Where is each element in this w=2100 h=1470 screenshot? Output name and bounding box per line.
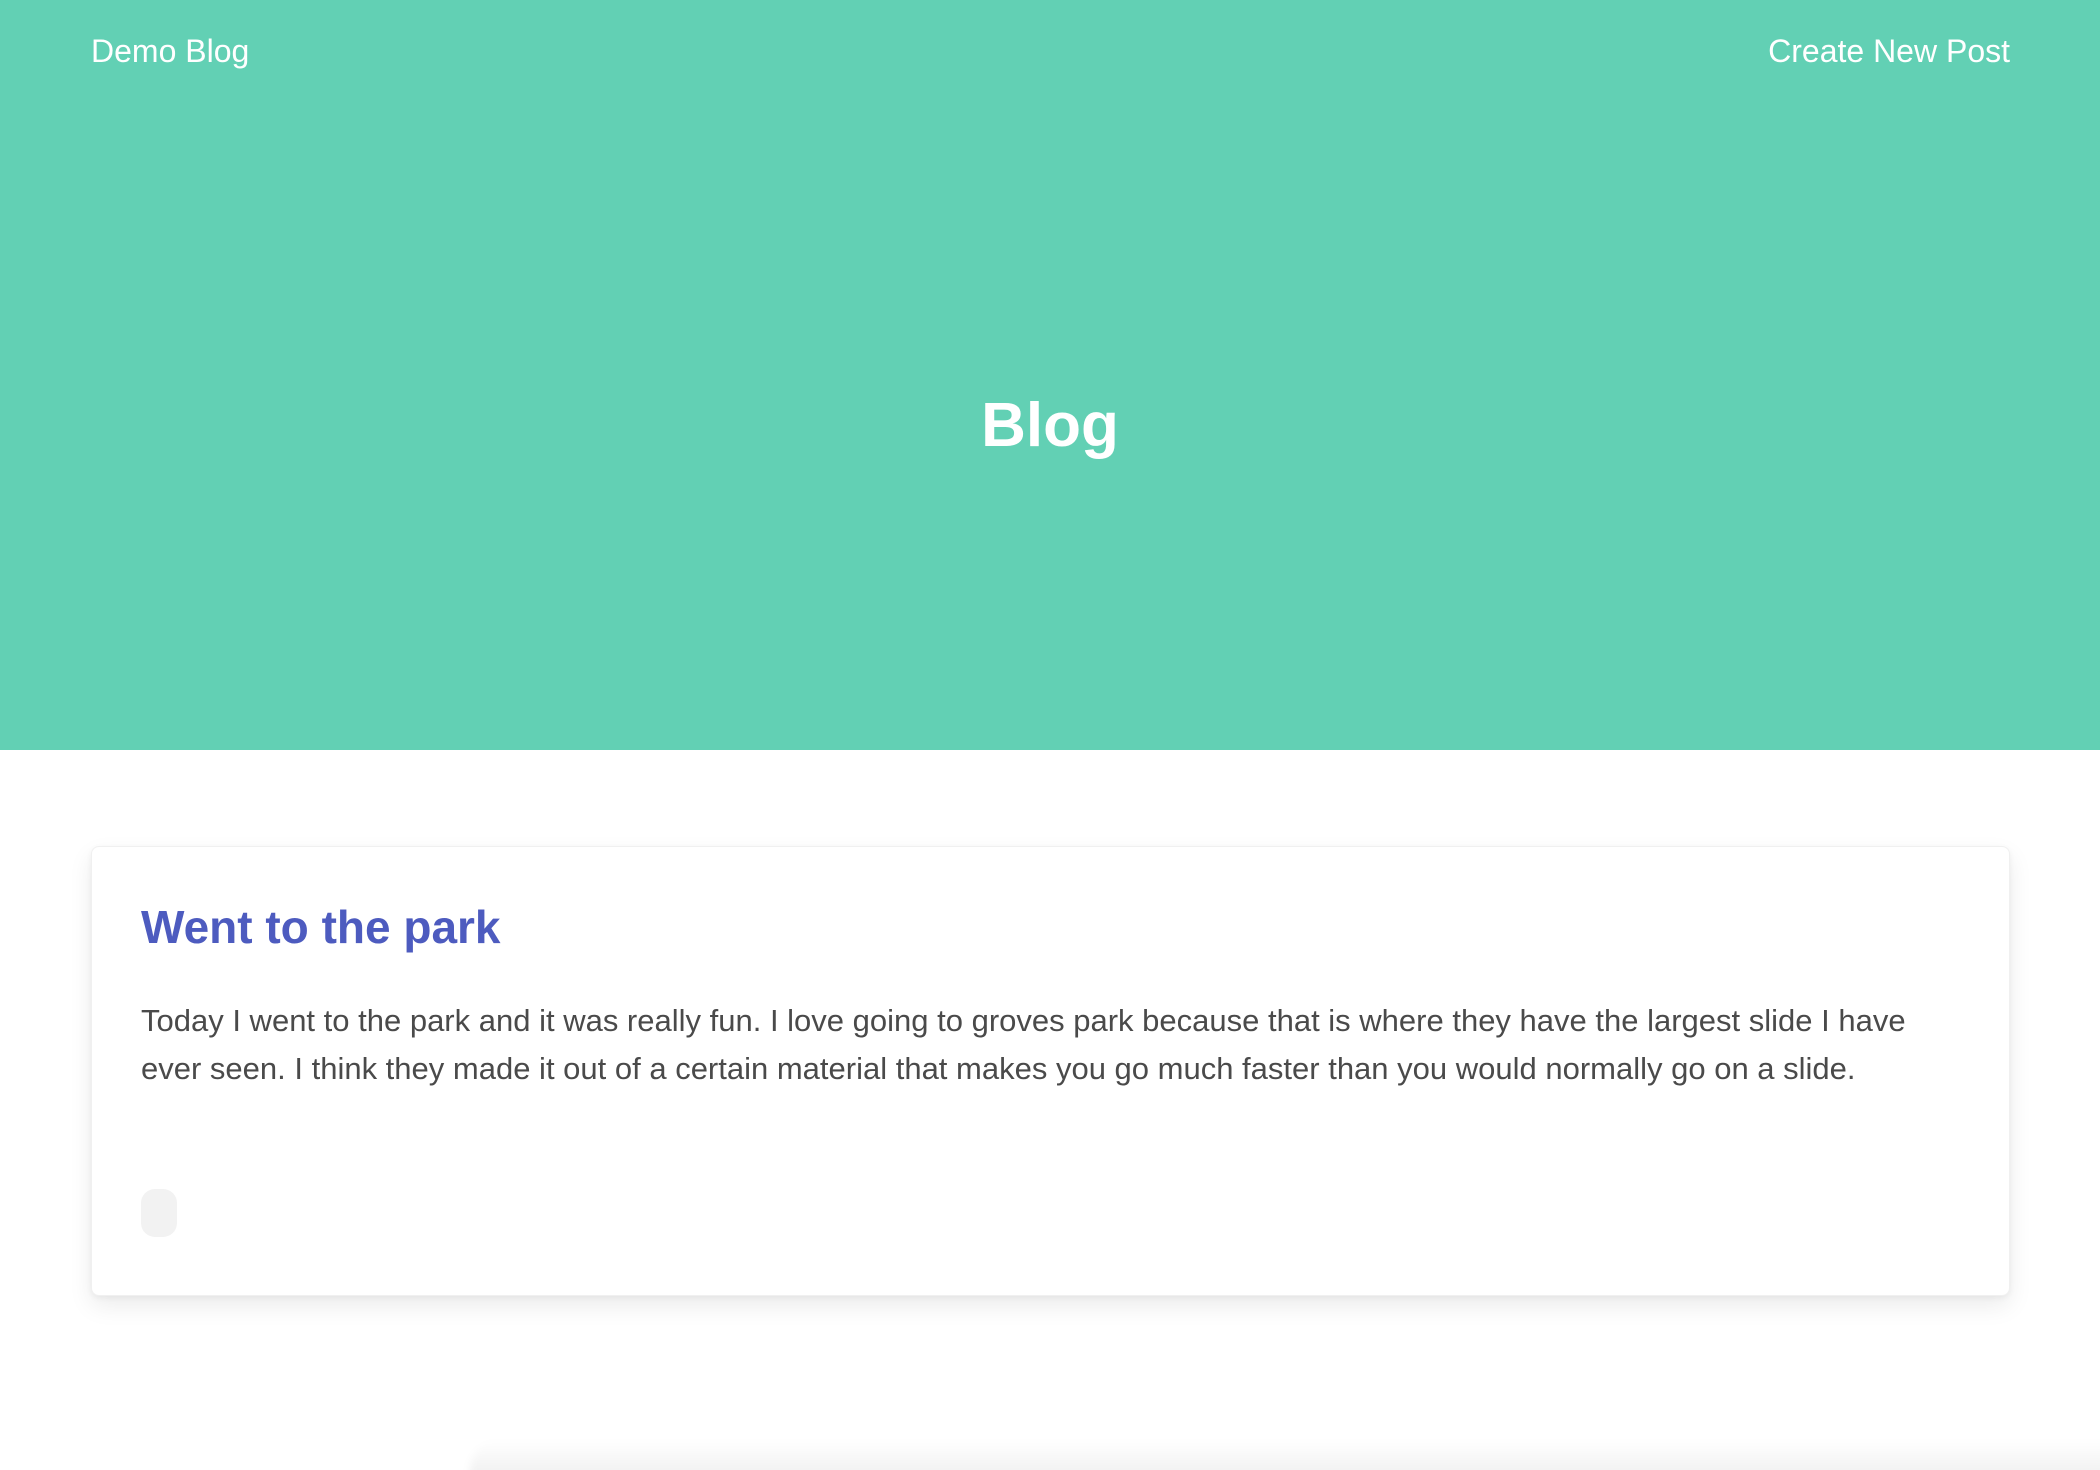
post-tag-badge[interactable] (141, 1189, 177, 1237)
overlay-edge-shadow (470, 1440, 2100, 1470)
post-body: Today I went to the park and it was real… (141, 1003, 1906, 1086)
hero-banner: Demo Blog Create New Post Blog (0, 0, 2100, 750)
page-title: Blog (981, 391, 1119, 460)
post-card: Went to the park Today I went to the par… (91, 846, 2010, 1296)
post-title-link[interactable]: Went to the park (141, 897, 501, 957)
create-new-post-link[interactable]: Create New Post (1768, 29, 2010, 73)
top-nav: Demo Blog Create New Post (0, 0, 2100, 100)
brand-link[interactable]: Demo Blog (91, 29, 249, 73)
page: Demo Blog Create New Post Blog Went to t… (0, 0, 2100, 1470)
